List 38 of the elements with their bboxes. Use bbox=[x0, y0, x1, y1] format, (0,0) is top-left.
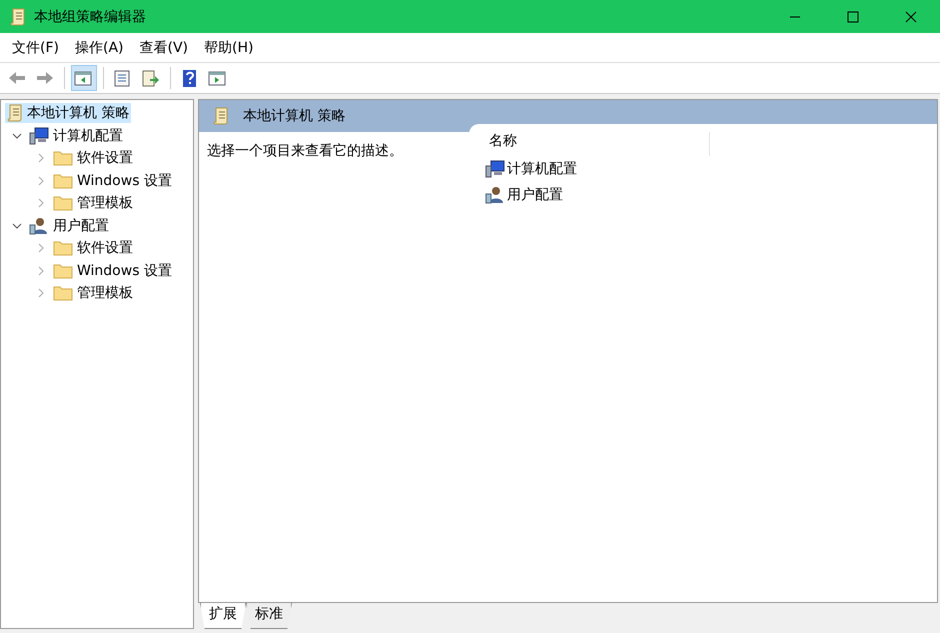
tab[interactable]: 标准 bbox=[246, 603, 292, 629]
pane-icon bbox=[208, 68, 228, 88]
description-text: 选择一个项目来查看它的描述。 bbox=[207, 143, 403, 159]
menu-item[interactable]: 查看(V) bbox=[132, 36, 196, 60]
user-icon bbox=[485, 186, 505, 204]
export-icon bbox=[141, 68, 161, 88]
folder-icon bbox=[53, 240, 73, 256]
list-item[interactable]: 用户配置 bbox=[469, 182, 937, 208]
pane-toggle-icon bbox=[74, 68, 94, 88]
tab[interactable]: 扩展 bbox=[200, 603, 246, 629]
scroll-icon bbox=[7, 104, 23, 122]
folder-icon bbox=[53, 172, 73, 189]
tree-item[interactable]: 管理模板 bbox=[51, 283, 135, 304]
menu-item[interactable]: 操作(A) bbox=[66, 36, 132, 60]
tree-item[interactable]: 软件设置 bbox=[51, 148, 135, 168]
menu-item[interactable]: 帮助(H) bbox=[196, 36, 262, 60]
menu-item[interactable]: 文件(F) bbox=[4, 36, 67, 60]
tree-item[interactable]: Windows 设置 bbox=[51, 170, 174, 191]
tree-item[interactable]: Windows 设置 bbox=[51, 260, 174, 281]
tree-item[interactable]: 计算机配置 bbox=[27, 126, 125, 146]
user-icon bbox=[29, 216, 49, 235]
pane-title: 本地计算机 策略 bbox=[243, 107, 346, 125]
computer-icon bbox=[485, 160, 505, 178]
list-item[interactable]: 计算机配置 bbox=[469, 156, 937, 182]
tree-item[interactable]: 软件设置 bbox=[51, 238, 135, 258]
folder-icon bbox=[53, 150, 73, 166]
computer-icon bbox=[29, 126, 49, 145]
tree-item[interactable]: 本地计算机 策略 bbox=[5, 103, 132, 124]
folder-icon bbox=[53, 262, 73, 279]
toolbar-button[interactable] bbox=[71, 65, 97, 91]
scroll-icon bbox=[10, 8, 26, 26]
folder-icon bbox=[53, 285, 73, 302]
column-header[interactable]: 名称 bbox=[469, 132, 710, 156]
folder-icon bbox=[53, 195, 73, 212]
tree-item[interactable]: 用户配置 bbox=[27, 216, 111, 236]
scroll-icon bbox=[213, 107, 229, 125]
window-title: 本地组策略编辑器 bbox=[34, 8, 147, 26]
tree-item[interactable]: 管理模板 bbox=[51, 193, 135, 214]
